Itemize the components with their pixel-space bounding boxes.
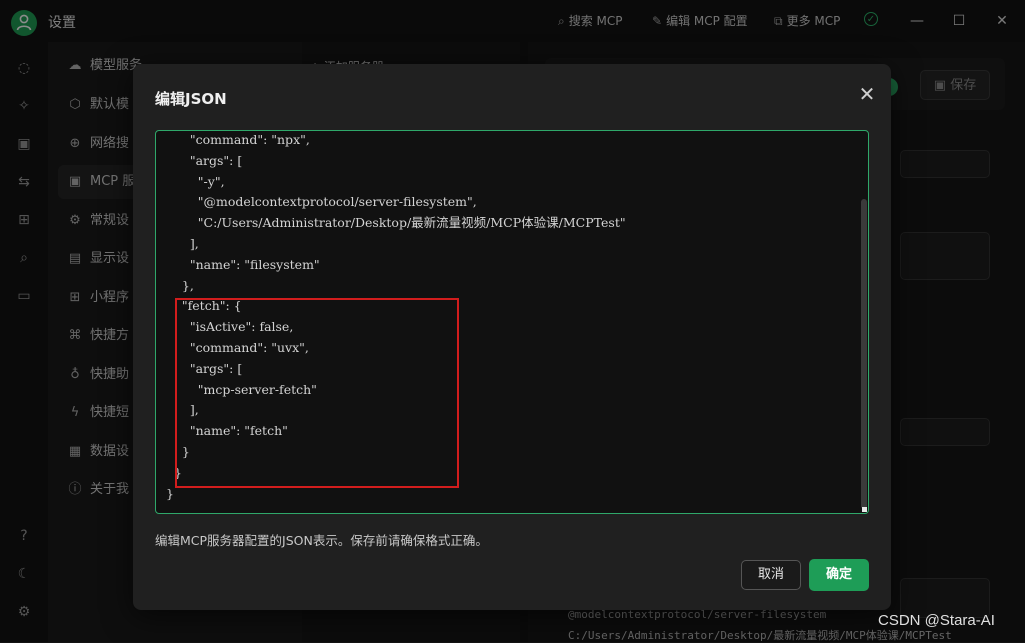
code-line: "args": [ <box>166 152 243 168</box>
code-line: "@modelcontextprotocol/server-filesystem… <box>166 194 477 210</box>
code-line: }, <box>166 277 194 293</box>
scrollbar-thumb[interactable] <box>861 199 867 509</box>
code-line: "name": "filesystem" <box>166 256 320 272</box>
fetch-annotation-box <box>175 298 459 488</box>
resize-grip-icon[interactable] <box>862 507 867 512</box>
cancel-button[interactable]: 取消 <box>741 560 801 590</box>
close-icon[interactable]: ✕ <box>855 82 879 106</box>
code-line: "C:/Users/Administrator/Desktop/最新流量视频/M… <box>166 215 626 231</box>
code-line: ], <box>166 235 199 251</box>
dialog-help-text: 编辑MCP服务器配置的JSON表示。保存前请确保格式正确。 <box>155 533 488 548</box>
editor-scrollbar[interactable] <box>860 131 868 513</box>
code-line: "-y", <box>166 173 225 189</box>
dialog-title: 编辑JSON <box>155 90 227 108</box>
watermark: CSDN @Stara-AI <box>878 612 995 629</box>
code-line: "command": "npx", <box>166 132 310 147</box>
confirm-button[interactable]: 确定 <box>809 559 869 591</box>
